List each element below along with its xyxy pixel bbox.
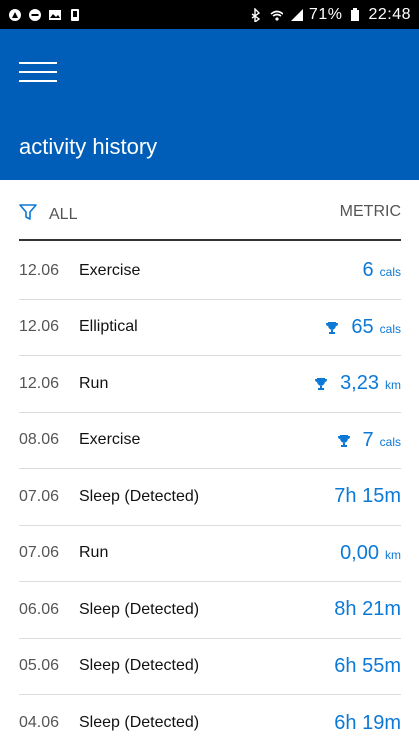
activity-row[interactable]: 04.06 Sleep (Detected) 6h 19m [19, 695, 401, 752]
activity-name: Exercise [79, 431, 141, 449]
bluetooth-icon [249, 7, 263, 22]
wifi-icon [269, 8, 283, 22]
activity-name: Sleep (Detected) [79, 600, 200, 618]
status-right: 71% 22:48 [249, 6, 411, 24]
activity-name: Sleep (Detected) [79, 657, 200, 675]
activity-value-unit: km [385, 547, 401, 562]
activity-row[interactable]: 07.06 Run 0,00 km [19, 526, 401, 582]
filter-icon [19, 203, 37, 226]
filter-label: ALL [49, 205, 78, 223]
activity-value-unit: km [385, 378, 401, 393]
activity-date: 06.06 [19, 600, 60, 618]
activity-name: Run [79, 374, 109, 392]
activity-row[interactable]: 12.06 Elliptical 65 cals [19, 300, 401, 356]
activity-value: 8h 21m [334, 598, 401, 621]
minus-circle-icon [28, 8, 42, 22]
activity-row[interactable]: 07.06 Sleep (Detected) 7h 15m [19, 469, 401, 526]
activity-value-number: 8h 21m [334, 598, 401, 621]
activity-value-number: 7 [362, 428, 374, 451]
activity-value: 6 cals [363, 259, 401, 282]
app-header: activity history [0, 29, 419, 180]
activity-date: 08.06 [19, 431, 60, 449]
activity-value: 6h 19m [334, 712, 401, 735]
activity-name: Sleep (Detected) [79, 714, 200, 732]
activity-value-number: 7h 15m [334, 485, 401, 508]
activity-row[interactable]: 12.06 Exercise 6 cals [19, 243, 401, 300]
activity-date: 04.06 [19, 714, 60, 732]
activity-row[interactable]: 06.06 Sleep (Detected) 8h 21m [19, 582, 401, 639]
activity-list: 12.06 Exercise 6 cals 12.06 Elliptical 65 cals 1… [19, 243, 401, 752]
activity-date: 12.06 [19, 261, 60, 279]
activity-value: 3,23 km [314, 372, 401, 395]
metric-button[interactable]: METRIC [340, 203, 401, 221]
activity-value-number: 0,00 [340, 541, 379, 564]
activity-name: Sleep (Detected) [79, 487, 200, 505]
trophy-icon [325, 321, 339, 335]
trophy-icon [337, 434, 351, 448]
activity-row[interactable]: 05.06 Sleep (Detected) 6h 55m [19, 639, 401, 695]
activity-date: 05.06 [19, 657, 60, 675]
activity-value-number: 6 [362, 259, 374, 282]
activity-value-unit: cals [379, 434, 401, 449]
activity-date: 12.06 [19, 374, 60, 392]
activity-name: Run [79, 544, 109, 562]
trophy-icon [314, 377, 328, 391]
activity-value: 7 cals [337, 429, 401, 452]
activity-value-number: 6h 19m [334, 711, 401, 734]
device-icon [68, 8, 82, 22]
hamburger-menu-icon[interactable] [19, 59, 57, 85]
activity-name: Exercise [79, 261, 141, 279]
compass-icon [8, 8, 22, 22]
activity-value: 0,00 km [340, 542, 401, 565]
activity-name: Elliptical [79, 318, 138, 336]
activity-value: 6h 55m [334, 655, 401, 678]
activity-value-number: 6h 55m [334, 654, 401, 677]
activity-date: 12.06 [19, 318, 60, 336]
activity-value-unit: cals [379, 321, 401, 336]
filter-bar: ALL METRIC [19, 180, 401, 241]
status-left-icons [8, 8, 82, 22]
activity-row[interactable]: 12.06 Run 3,23 km [19, 356, 401, 413]
activity-value: 7h 15m [334, 485, 401, 508]
activity-value-number: 3,23 [340, 372, 379, 395]
activity-date: 07.06 [19, 487, 60, 505]
filter-all-button[interactable]: ALL [19, 203, 77, 226]
activity-value-unit: cals [379, 265, 401, 280]
battery-icon [348, 7, 362, 22]
clock: 22:48 [368, 5, 411, 23]
activity-row[interactable]: 08.06 Exercise 7 cals [19, 413, 401, 469]
image-icon [48, 8, 62, 22]
signal-icon [289, 8, 303, 22]
activity-date: 07.06 [19, 544, 60, 562]
activity-value-number: 65 [351, 315, 374, 338]
activity-value: 65 cals [325, 316, 401, 339]
page-title: activity history [19, 134, 158, 159]
status-bar: 71% 22:48 [0, 0, 419, 29]
battery-percentage: 71% [308, 5, 343, 23]
